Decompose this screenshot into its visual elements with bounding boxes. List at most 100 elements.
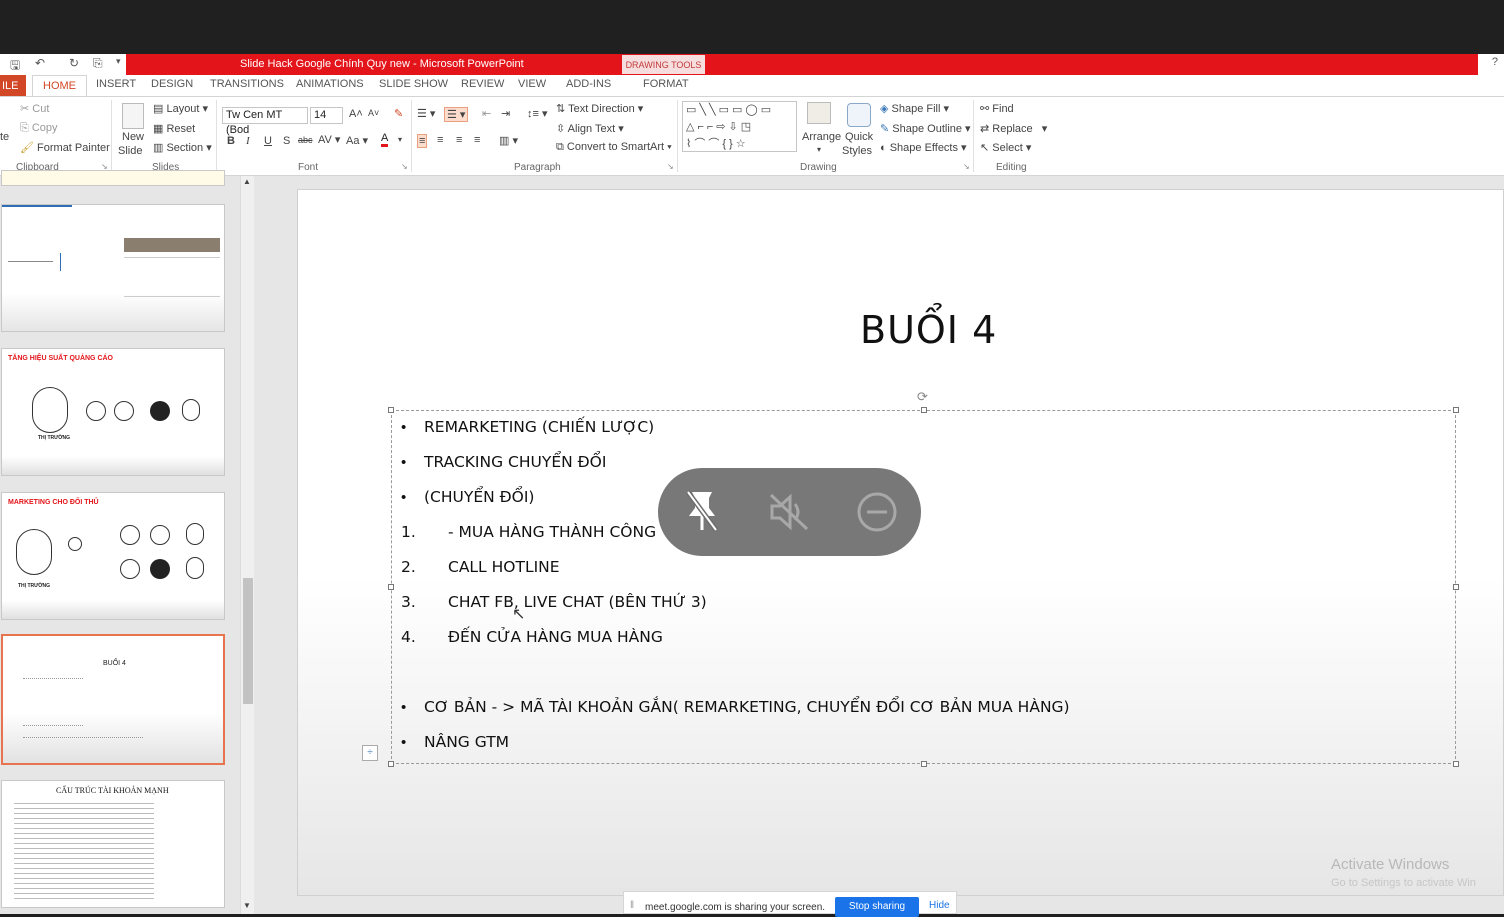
bullets-icon[interactable]: ☰ ▾ [417,107,435,120]
font-name-box[interactable]: Tw Cen MT (Bod [222,107,308,136]
strikethrough-icon[interactable]: abc [298,135,313,145]
tab-format[interactable]: FORMAT [643,78,689,90]
bold-icon[interactable]: B [227,135,235,147]
save-icon[interactable]: 🖫 [10,56,20,72]
tab-slide-show[interactable]: SLIDE SHOW [379,78,448,90]
hide-button[interactable]: Hide [929,900,950,911]
tab-view[interactable]: VIEW [518,78,546,90]
clear-formatting-icon[interactable]: ✎ [394,107,403,120]
start-slideshow-icon[interactable]: ⎘ [93,56,103,72]
format-painter-button[interactable]: 🖌 Format Painter [20,141,110,154]
numbered-line[interactable]: ĐẾN CỬA HÀNG MUA HÀNG [448,628,663,646]
shadow-icon[interactable]: S [283,135,290,147]
tab-insert[interactable]: INSERT [96,78,136,90]
layout-button[interactable]: ▤ Layout ▾ [153,102,208,115]
resize-handle[interactable] [921,761,927,767]
tab-add-ins[interactable]: ADD-INS [566,78,611,90]
bullet-line[interactable]: REMARKETING (CHIẾN LƯỢC) [424,418,654,436]
justify-icon[interactable]: ≡ [474,134,480,146]
cut-button[interactable]: ✂ Cut [20,102,49,115]
resize-handle[interactable] [1453,584,1459,590]
undo-icon[interactable]: ↶ [35,56,45,72]
scroll-down-icon[interactable]: ▼ [243,901,251,910]
new-slide-label-1[interactable]: New [122,131,144,143]
columns-icon[interactable]: ▥ ▾ [499,134,518,147]
customize-qat-icon[interactable]: ▾ [116,56,121,72]
help-button[interactable]: ? [1492,56,1498,68]
tab-transitions[interactable]: TRANSITIONS [210,78,284,90]
tab-design[interactable]: DESIGN [151,78,193,90]
bullet-line[interactable]: CƠ BẢN - > MÃ TÀI KHOẢN GẮN( REMARKETING… [424,698,1070,716]
italic-icon[interactable]: I [246,135,250,147]
resize-handle[interactable] [388,584,394,590]
bullet-line[interactable]: NÂNG GTM [424,733,509,751]
resize-handle[interactable] [921,407,927,413]
arrange-dropdown-icon[interactable]: ▾ [817,145,821,154]
numbered-line[interactable]: - MUA HÀNG THÀNH CÔNG [448,523,656,541]
paragraph-launcher-icon[interactable]: ↘ [667,162,674,171]
resize-handle[interactable] [1453,761,1459,767]
drawing-launcher-icon[interactable]: ↘ [963,162,970,171]
slide-thumbnail[interactable]: TĂNG HIỆU SUẤT QUẢNG CÁO THỊ TRƯỜNG [1,348,225,476]
shape-outline-button[interactable]: ✎ Shape Outline ▾ [880,122,971,135]
reset-button[interactable]: ▦ Reset [153,122,195,135]
stop-sharing-button[interactable]: Stop sharing [835,897,919,917]
bullet-line[interactable]: TRACKING CHUYỂN ĐỔI [424,453,606,471]
numbered-line[interactable]: CALL HOTLINE [448,558,560,576]
align-text-button[interactable]: ⇳ Align Text ▾ [556,122,624,135]
resize-handle[interactable] [1453,407,1459,413]
convert-smartart-button[interactable]: ⧉ Convert to SmartArt ▾ [556,141,672,154]
resize-handle[interactable] [388,761,394,767]
scroll-up-icon[interactable]: ▲ [243,177,251,186]
text-direction-button[interactable]: ⇅ Text Direction ▾ [556,102,643,115]
shape-fill-button[interactable]: ◈ Shape Fill ▾ [880,102,949,115]
align-left-icon[interactable]: ≡ [417,134,428,148]
quick-styles-icon[interactable] [847,103,871,127]
scrollbar-thumb[interactable] [243,578,253,704]
shapes-gallery[interactable]: ▭╲╲▭▭◯▭ △⌐⌐⇨⇩◳ ⌇⌒⌒{}☆ [682,101,797,152]
char-spacing-icon[interactable]: AV ▾ [318,133,340,146]
tab-animations[interactable]: ANIMATIONS [296,78,364,90]
slide-title[interactable]: BUỔI 4 [860,308,997,352]
shape-effects-button[interactable]: ◐ Shape Effects ▾ [880,141,967,154]
font-color-icon[interactable]: A [381,133,389,147]
grow-font-icon[interactable]: A˄ [349,108,363,120]
mute-icon[interactable] [768,492,810,532]
new-slide-label-2[interactable]: Slide [118,145,142,157]
slide-thumbnail[interactable]: MARKETING CHO ĐỐI THỦ THỊ TRƯỜNG [1,492,225,620]
section-button[interactable]: ▥ Section ▾ [153,141,212,154]
tab-review[interactable]: REVIEW [461,78,504,90]
minimize-icon[interactable] [856,491,898,533]
change-case-icon[interactable]: Aa ▾ [346,134,368,147]
tab-home[interactable]: HOME [32,75,87,97]
font-launcher-icon[interactable]: ↘ [401,162,408,171]
arrange-icon[interactable] [807,102,831,124]
numbering-icon[interactable]: ☰ ▾ [444,107,469,122]
shrink-font-icon[interactable]: A˅ [368,108,379,118]
increase-indent-icon[interactable]: ⇥ [501,107,510,120]
font-color-dropdown-icon[interactable]: ▾ [398,135,402,144]
replace-button[interactable]: ⇄ Replace ▾ [980,122,1047,135]
quick-styles-label-2[interactable]: Styles [842,145,872,157]
align-center-icon[interactable]: ≡ [437,134,443,146]
slide-thumbnail[interactable] [1,204,225,332]
paste-button[interactable]: te [0,131,9,143]
find-button[interactable]: ⚯ Find [980,102,1014,115]
align-right-icon[interactable]: ≡ [456,134,462,146]
bullet-line[interactable]: (CHUYỂN ĐỔI) [424,488,534,506]
thumbnail-scrollbar[interactable]: ▲ ▼ [240,176,254,914]
copy-button[interactable]: ⎘ Copy [20,122,58,135]
underline-icon[interactable]: U [264,135,272,147]
new-slide-icon[interactable] [122,103,144,129]
decrease-indent-icon[interactable]: ⇤ [482,107,491,120]
drag-handle-icon[interactable]: ‖ [630,900,634,911]
font-size-box[interactable]: 14 [310,107,343,124]
tab-file[interactable]: ILE [0,75,26,97]
unpin-icon[interactable] [682,488,722,534]
select-button[interactable]: ↖ Select ▾ [980,141,1031,154]
numbered-line[interactable]: CHAT FB, LIVE CHAT (BÊN THỨ 3) [448,593,707,611]
redo-icon[interactable]: ↻ [69,56,79,72]
slide-thumbnail[interactable]: CẤU TRÚC TÀI KHOẢN MẠNH [1,780,225,908]
resize-handle[interactable] [388,407,394,413]
autofit-options-icon[interactable]: ÷ [362,745,378,761]
